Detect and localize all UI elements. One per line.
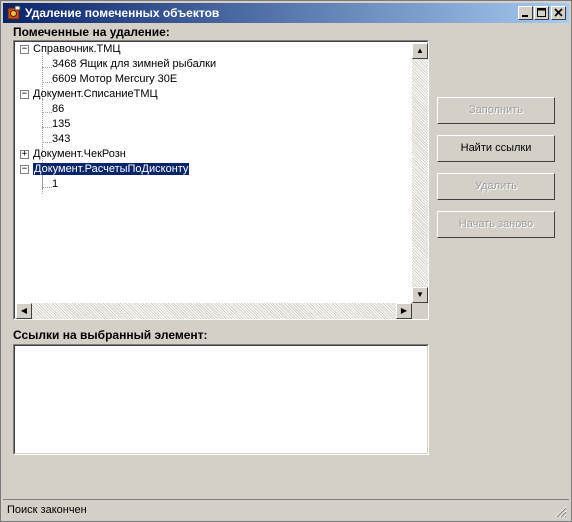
selected-node-label: Документ.РасчетыПоДисконту (33, 163, 190, 175)
scroll-down-button[interactable]: ▼ (412, 287, 428, 303)
vertical-scroll-track[interactable] (412, 59, 428, 287)
links-label: Ссылки на выбранный элемент: (13, 328, 208, 342)
status-bar: Поиск закончен (3, 499, 569, 520)
close-button[interactable] (551, 6, 566, 20)
resize-grip-icon[interactable] (555, 506, 567, 518)
minimize-button[interactable] (518, 6, 533, 20)
find-links-button[interactable]: Найти ссылки (437, 135, 555, 162)
tree-item[interactable]: 3468 Ящик для зимней рыбалки (52, 57, 216, 72)
tree-node-doc-discount[interactable]: Документ.РасчетыПоДисконту (33, 162, 190, 177)
window-title: Удаление помеченных объектов (25, 6, 220, 20)
scroll-left-button[interactable]: ◀ (16, 303, 32, 319)
close-icon (554, 8, 563, 17)
scroll-up-button[interactable]: ▲ (412, 43, 428, 59)
tree-item[interactable]: 86 (52, 102, 64, 117)
collapse-icon[interactable]: − (20, 90, 29, 99)
status-text: Поиск закончен (7, 504, 87, 516)
marked-objects-label: Помеченные на удаление: (13, 25, 170, 39)
expand-icon[interactable]: + (20, 150, 29, 159)
scroll-right-button[interactable]: ▶ (396, 303, 412, 319)
tree-item[interactable]: 135 (52, 117, 70, 132)
links-list[interactable] (13, 344, 429, 455)
tree-node-doc-receipt[interactable]: Документ.ЧекРозн (33, 147, 126, 162)
tree-item[interactable]: 6609 Мотор Mercury 30E (52, 72, 177, 87)
tree-item[interactable]: 1 (52, 177, 58, 192)
fill-button[interactable]: Заполнить (437, 97, 555, 124)
title-bar[interactable]: Удаление помеченных объектов (3, 3, 569, 23)
restart-button[interactable]: Начать заново (437, 211, 555, 238)
tree-item[interactable]: 343 (52, 132, 70, 147)
tree-node-doc-writeoff[interactable]: Документ.СписаниеТМЦ (33, 87, 158, 102)
maximize-button[interactable] (534, 6, 549, 20)
collapse-icon[interactable]: − (20, 45, 29, 54)
delete-button[interactable]: Удалить (437, 173, 555, 200)
maximize-icon (537, 8, 546, 17)
minimize-icon (522, 15, 528, 17)
app-icon (7, 5, 21, 20)
collapse-icon[interactable]: − (20, 165, 29, 174)
delete-marked-window: Удаление помеченных объектов Помеченные … (0, 0, 572, 522)
scroll-corner (412, 303, 428, 319)
horizontal-scroll-track[interactable] (32, 303, 396, 319)
tree-node-reference-tmc[interactable]: Справочник.ТМЦ (33, 42, 121, 57)
marked-objects-tree[interactable]: − Справочник.ТМЦ 3468 Ящик для зимней ры… (13, 40, 429, 320)
